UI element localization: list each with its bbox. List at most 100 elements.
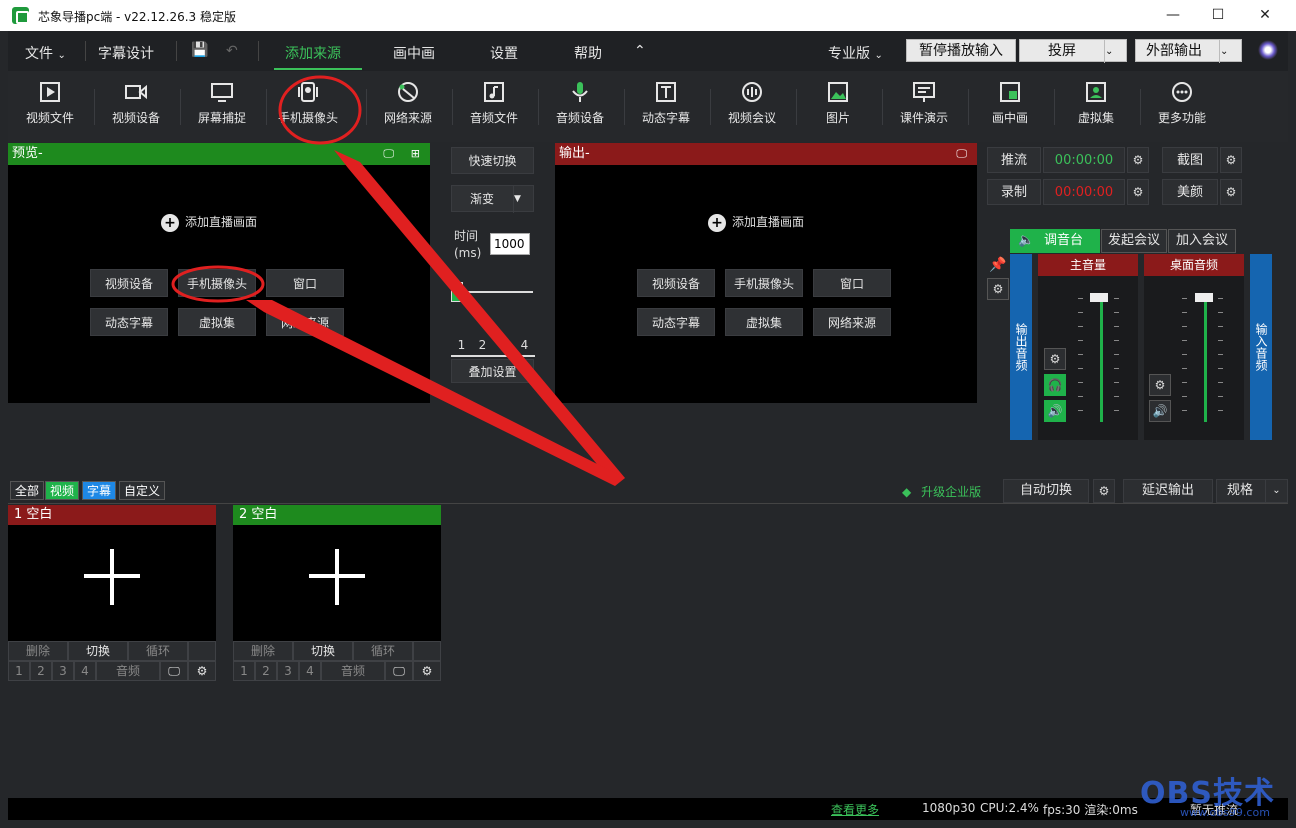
pro-version-dropdown[interactable]: 专业版 ⌄ bbox=[828, 43, 883, 63]
tool-screen-capture[interactable]: 屏幕捕捉 bbox=[182, 81, 262, 126]
scene-num-2[interactable]: 2 bbox=[30, 661, 52, 681]
master-settings-gear-icon[interactable]: ⚙ bbox=[1044, 348, 1066, 370]
tool-image[interactable]: 图片 bbox=[798, 81, 878, 126]
delete-button[interactable]: 删除 bbox=[233, 641, 293, 661]
stream-button[interactable]: 推流 bbox=[987, 147, 1041, 173]
tool-more[interactable]: 更多功能 bbox=[1142, 81, 1222, 126]
beauty-settings-gear-icon[interactable]: ⚙ bbox=[1220, 179, 1242, 205]
tool-video-meeting[interactable]: 视频会议 bbox=[712, 81, 792, 126]
scene-num-3[interactable]: 3 bbox=[277, 661, 299, 681]
tab-all[interactable]: 全部 bbox=[10, 481, 45, 500]
tab-settings[interactable]: 设置 bbox=[490, 43, 518, 63]
chevron-down-icon[interactable]: ⌄ bbox=[1104, 40, 1126, 63]
close-button[interactable]: ✕ bbox=[1250, 4, 1280, 26]
expand-icon[interactable]: ⊞ bbox=[411, 143, 420, 165]
speaker-icon[interactable]: 🔊 bbox=[1044, 400, 1066, 422]
tool-video-file[interactable]: 视频文件 bbox=[10, 81, 90, 126]
file-menu[interactable]: 文件 ⌄ bbox=[25, 43, 66, 63]
switch-button[interactable]: 切换 bbox=[293, 641, 353, 661]
overlay-number-1[interactable]: 1 bbox=[451, 333, 472, 355]
tool-video-device[interactable]: 视频设备 bbox=[96, 81, 176, 126]
collapse-icon[interactable]: ⌃ bbox=[634, 43, 646, 59]
gear-icon[interactable]: ⚙ bbox=[188, 661, 216, 681]
start-meeting-tab[interactable]: 发起会议 bbox=[1101, 229, 1167, 253]
scene-num-4[interactable]: 4 bbox=[74, 661, 96, 681]
overlay-number-4[interactable]: 4 bbox=[514, 333, 535, 355]
screenshot-settings-gear-icon[interactable]: ⚙ bbox=[1220, 147, 1242, 173]
mixer-tab[interactable]: 🔈 调音台 bbox=[1010, 229, 1100, 253]
gear-icon[interactable]: ⚙ bbox=[413, 661, 441, 681]
monitor-icon[interactable]: 🖵 bbox=[385, 661, 413, 681]
output-screen[interactable]: + 添加直播画面 视频设备 手机摄像头 窗口 动态字幕 虚拟集 网络来源 bbox=[555, 165, 977, 403]
transition-slider-handle[interactable] bbox=[451, 282, 463, 302]
tool-courseware[interactable]: 课件演示 bbox=[884, 81, 964, 126]
subtitle-design-menu[interactable]: 字幕设计 bbox=[98, 43, 154, 63]
tab-help[interactable]: 帮助 bbox=[574, 43, 602, 63]
save-icon[interactable]: 💾 bbox=[191, 42, 208, 58]
minimize-button[interactable]: — bbox=[1158, 4, 1188, 26]
transition-select[interactable]: 渐变 ▼ bbox=[451, 185, 534, 213]
tool-pip[interactable]: 画中画 bbox=[970, 81, 1050, 126]
preview-network-source-button[interactable]: 网络来源 bbox=[266, 308, 344, 336]
tool-dynamic-subtitle[interactable]: 动态字幕 bbox=[626, 81, 706, 126]
overlay-number-3[interactable]: 3 bbox=[493, 333, 514, 355]
screenshot-button[interactable]: 截图 bbox=[1162, 147, 1218, 173]
upgrade-link[interactable]: ◆ 升级企业版 bbox=[902, 483, 981, 500]
preview-dynamic-subtitle-button[interactable]: 动态字幕 bbox=[90, 308, 168, 336]
master-fader-knob[interactable] bbox=[1090, 293, 1108, 302]
external-output-button[interactable]: 外部输出 ⌄ bbox=[1135, 39, 1242, 63]
monitor-icon[interactable]: 🖵 bbox=[956, 143, 967, 165]
scene-thumbnail[interactable] bbox=[233, 525, 441, 641]
preview-screen[interactable]: + 添加直播画面 视频设备 手机摄像头 窗口 动态字幕 虚拟集 网络来源 bbox=[8, 165, 430, 403]
cast-button[interactable]: 投屏 ⌄ bbox=[1019, 39, 1127, 63]
join-meeting-tab[interactable]: 加入会议 bbox=[1168, 229, 1236, 253]
delete-button[interactable]: 删除 bbox=[8, 641, 68, 661]
spec-dropdown[interactable]: 规格 ⌄ bbox=[1216, 479, 1288, 503]
tool-network-source[interactable]: 网络来源 bbox=[368, 81, 448, 126]
desktop-fader-knob[interactable] bbox=[1195, 293, 1213, 302]
add-live-button[interactable]: + 添加直播画面 bbox=[708, 213, 804, 232]
maximize-button[interactable]: ☐ bbox=[1203, 4, 1233, 26]
scene-num-1[interactable]: 1 bbox=[8, 661, 30, 681]
output-virtual-set-button[interactable]: 虚拟集 bbox=[725, 308, 803, 336]
output-dynamic-subtitle-button[interactable]: 动态字幕 bbox=[637, 308, 715, 336]
tab-subtitle[interactable]: 字幕 bbox=[82, 481, 117, 500]
view-more-link[interactable]: 查看更多 bbox=[831, 801, 879, 818]
preview-video-device-button[interactable]: 视频设备 bbox=[90, 269, 168, 297]
tab-add-source[interactable]: 添加来源 bbox=[285, 43, 341, 63]
beauty-button[interactable]: 美颜 bbox=[1162, 179, 1218, 205]
loop-button[interactable]: 循环 bbox=[353, 641, 413, 661]
scene-card-1[interactable]: 1 空白 删除 切换 循环 1 2 3 4 音频 🖵 ⚙ bbox=[8, 505, 216, 681]
preview-window-button[interactable]: 窗口 bbox=[266, 269, 344, 297]
auto-switch-button[interactable]: 自动切换 bbox=[1003, 479, 1089, 503]
output-window-button[interactable]: 窗口 bbox=[813, 269, 891, 297]
overlay-number-2[interactable]: 2 bbox=[472, 333, 493, 355]
overlay-settings-button[interactable]: 叠加设置 bbox=[451, 359, 534, 383]
scene-audio-button[interactable]: 音频 bbox=[321, 661, 385, 681]
scene-thumbnail[interactable] bbox=[8, 525, 216, 641]
speaker-icon[interactable]: 🔊 bbox=[1149, 400, 1171, 422]
time-input[interactable] bbox=[490, 233, 530, 255]
auto-switch-gear-icon[interactable]: ⚙ bbox=[1093, 479, 1115, 503]
desktop-settings-gear-icon[interactable]: ⚙ bbox=[1149, 374, 1171, 396]
quick-switch-button[interactable]: 快速切换 bbox=[451, 147, 534, 174]
pin-icon[interactable]: 📌 bbox=[987, 254, 1009, 276]
pause-input-button[interactable]: 暂停播放输入 bbox=[906, 39, 1016, 62]
stream-settings-gear-icon[interactable]: ⚙ bbox=[1127, 147, 1149, 173]
tool-audio-device[interactable]: 音频设备 bbox=[540, 81, 620, 126]
output-video-device-button[interactable]: 视频设备 bbox=[637, 269, 715, 297]
preview-phone-camera-button[interactable]: 手机摄像头 bbox=[178, 269, 256, 297]
tab-pip[interactable]: 画中画 bbox=[393, 43, 435, 63]
scene-num-1[interactable]: 1 bbox=[233, 661, 255, 681]
switch-button[interactable]: 切换 bbox=[68, 641, 128, 661]
monitor-icon[interactable]: 🖵 bbox=[160, 661, 188, 681]
input-audio-strip[interactable]: 输入音频 bbox=[1250, 254, 1272, 440]
output-network-source-button[interactable]: 网络来源 bbox=[813, 308, 891, 336]
preview-virtual-set-button[interactable]: 虚拟集 bbox=[178, 308, 256, 336]
scene-audio-button[interactable]: 音频 bbox=[96, 661, 160, 681]
chevron-down-icon[interactable]: ▼ bbox=[513, 186, 533, 213]
undo-icon[interactable]: ↶ bbox=[226, 43, 238, 59]
tab-custom[interactable]: 自定义 bbox=[119, 481, 166, 500]
delay-output-button[interactable]: 延迟输出 bbox=[1123, 479, 1213, 503]
output-audio-strip[interactable]: 输出音频 bbox=[1010, 254, 1032, 440]
